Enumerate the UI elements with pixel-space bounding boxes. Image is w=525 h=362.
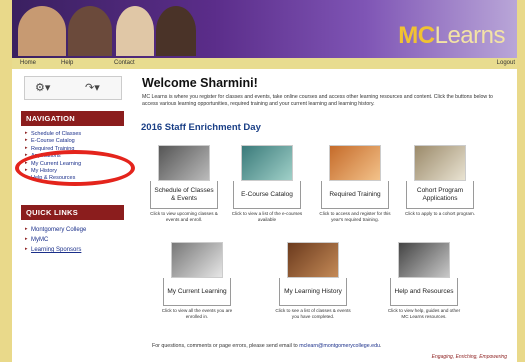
sidebar-item-required[interactable]: Required Training [21, 145, 124, 152]
footer-email-link[interactable]: mclearn@montgomerycollege.edu [299, 343, 380, 349]
logo-mc: MC [398, 22, 435, 49]
enrichment-day-link[interactable]: 2016 Staff Enrichment Day [141, 122, 261, 133]
checklist-icon [171, 242, 223, 278]
keyboard-icon [398, 242, 450, 278]
quicklink-mymc[interactable]: MyMC [21, 234, 124, 244]
banner-photo [156, 6, 196, 56]
navigation-panel: NAVIGATION Schedule of Classes E-Course … [21, 111, 124, 182]
tile-help[interactable]: Help and Resources Click to view help, g… [385, 242, 463, 320]
top-nav: Home Help Contact Logout [12, 58, 517, 69]
banner-photo [18, 6, 66, 56]
quicklink-sponsors[interactable]: Learning Sponsors [21, 244, 124, 254]
sidebar-item-history[interactable]: My History [21, 167, 124, 174]
tile-label: E-Course Catalog [233, 181, 301, 209]
sidebar-item-ecourse[interactable]: E-Course Catalog [21, 137, 124, 144]
tile-desc: Click to view help, guides and other MC … [387, 308, 461, 319]
header-banner: MCLearns [12, 0, 517, 58]
tile-desc: Click to view a list of the e-courses av… [231, 211, 303, 222]
sidebar-item-help[interactable]: Help & Resources [21, 174, 124, 181]
footer-text: For questions, comments or page errors, … [152, 343, 382, 349]
tile-label: Help and Resources [390, 278, 458, 306]
quicklinks-header: QUICK LINKS [21, 205, 124, 220]
nav-help[interactable]: Help [61, 60, 73, 66]
tile-label: My Learning History [279, 278, 347, 306]
footer-message: For questions, comments or page errors, … [152, 343, 298, 349]
sidebar-item-applications[interactable]: Applications [21, 152, 124, 159]
tile-desc: Click to view all the events you are enr… [161, 308, 233, 319]
navigation-header: NAVIGATION [21, 111, 124, 126]
sidebar-item-schedule[interactable]: Schedule of Classes [21, 130, 124, 137]
page-title: Welcome Sharmini! [142, 76, 258, 90]
tile-desc: Click to access and register for this ye… [319, 211, 391, 222]
logo-learns: Learns [434, 22, 506, 49]
training-icon [329, 145, 381, 181]
tile-desc: Click to apply to a cohort program. [405, 211, 475, 216]
banner-photo [116, 6, 154, 56]
sidebar-item-current-learning[interactable]: My Current Learning [21, 160, 124, 167]
tile-ecourse[interactable]: E-Course Catalog Click to view a list of… [228, 145, 306, 223]
tile-label: My Current Learning [163, 278, 231, 306]
tile-label: Schedule of Classes & Events [150, 181, 218, 209]
nav-home[interactable]: Home [20, 60, 36, 66]
tile-desc: Click to view upcoming classes & events … [150, 211, 218, 222]
tile-cohort[interactable]: Cohort Program Applications Click to app… [401, 145, 479, 217]
tile-desc: Click to see a list of classes & events … [275, 308, 351, 319]
books-icon [287, 242, 339, 278]
mclearns-logo: MCLearns [398, 22, 505, 50]
cohort-icon [414, 145, 466, 181]
banner-photo [68, 6, 112, 56]
tile-required[interactable]: Required Training Click to access and re… [316, 145, 394, 223]
refresh-icon[interactable]: ↷▾ [85, 81, 100, 94]
tile-current-learning[interactable]: My Current Learning Click to view all th… [158, 242, 236, 320]
nav-logout[interactable]: Logout [497, 60, 515, 66]
calendar-icon [158, 145, 210, 181]
tile-history[interactable]: My Learning History Click to see a list … [274, 242, 352, 320]
quicklink-montgomery[interactable]: Montgomery College [21, 224, 124, 234]
nav-contact[interactable]: Contact [114, 60, 135, 66]
tagline: Engaging, Enriching, Empowering [431, 354, 507, 360]
toolbar: ⚙▾ ↷▾ [24, 76, 122, 100]
tile-label: Required Training [321, 181, 389, 209]
gear-icon[interactable]: ⚙▾ [35, 81, 50, 94]
laptop-icon [241, 145, 293, 181]
intro-text: MC Learns is where you register for clas… [142, 94, 493, 107]
tile-schedule[interactable]: Schedule of Classes & Events Click to vi… [145, 145, 223, 223]
tile-label: Cohort Program Applications [406, 181, 474, 209]
page-frame: MCLearns Home Help Contact Logout ⚙▾ ↷▾ … [12, 0, 517, 362]
quicklinks-panel: QUICK LINKS Montgomery College MyMC Lear… [21, 205, 124, 254]
